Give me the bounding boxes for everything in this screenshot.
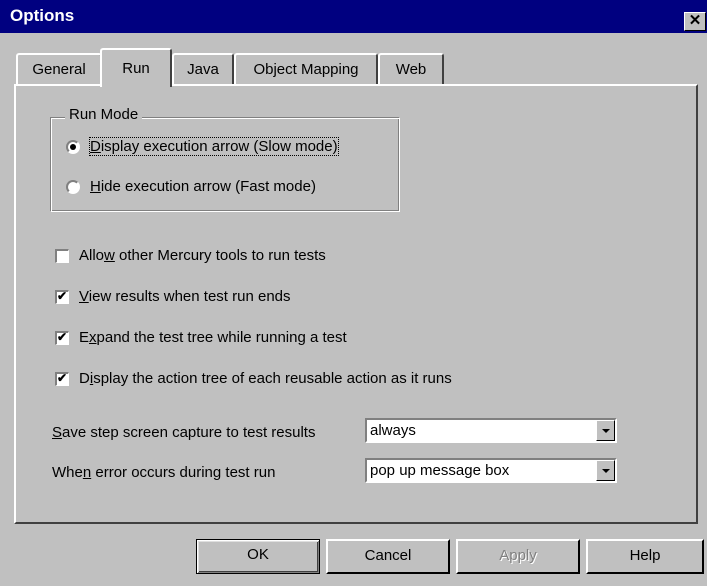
radio-hide-arrow-label[interactable]: Hide execution arrow (Fast mode)	[90, 178, 316, 195]
window-title: Options	[10, 6, 75, 25]
checkbox-view-results[interactable]: ✔	[55, 289, 69, 304]
tab-object-mapping-label: Object Mapping	[253, 61, 359, 78]
checkbox-view-results-label[interactable]: View results when test run ends	[79, 288, 291, 305]
save-capture-value: always	[370, 422, 416, 439]
checkbox-allow-mercury-tools-label[interactable]: Allow other Mercury tools to run tests	[79, 247, 326, 264]
apply-button[interactable]: Apply	[456, 539, 580, 574]
check-icon: ✔	[57, 371, 68, 385]
checkbox-display-action-tree-label[interactable]: Display the action tree of each reusable…	[79, 370, 452, 387]
options-dialog: Options ✕ General Run Java Object Mappin…	[0, 0, 707, 586]
run-mode-group	[50, 117, 400, 212]
save-capture-select[interactable]: always	[365, 418, 617, 443]
radio-display-arrow[interactable]	[66, 140, 80, 154]
run-mode-group-label: Run Mode	[65, 106, 143, 123]
tab-java-label: Java	[187, 61, 219, 78]
radio-selected-dot	[70, 144, 76, 150]
check-icon: ✔	[57, 289, 68, 303]
close-icon[interactable]: ✕	[684, 12, 706, 31]
on-error-select[interactable]: pop up message box	[365, 458, 617, 483]
save-capture-label: Save step screen capture to test results	[52, 424, 316, 441]
radio-hide-arrow[interactable]	[66, 180, 80, 194]
tab-web[interactable]: Web	[378, 53, 444, 85]
checkbox-expand-test-tree-label[interactable]: Expand the test tree while running a tes…	[79, 329, 347, 346]
cancel-button[interactable]: Cancel	[326, 539, 450, 574]
radio-display-arrow-label[interactable]: Display execution arrow (Slow mode)	[89, 137, 339, 156]
check-icon: ✔	[57, 330, 68, 344]
chevron-down-icon[interactable]	[596, 420, 615, 441]
checkbox-display-action-tree[interactable]: ✔	[55, 371, 69, 386]
tab-web-label: Web	[395, 61, 427, 78]
checkbox-expand-test-tree[interactable]: ✔	[55, 330, 69, 345]
tab-run-label: Run	[122, 60, 150, 77]
help-button[interactable]: Help	[586, 539, 704, 574]
chevron-down-icon[interactable]	[596, 460, 615, 481]
on-error-label: When error occurs during test run	[52, 464, 276, 481]
tab-run[interactable]: Run	[100, 48, 172, 87]
title-bar[interactable]: Options	[0, 0, 707, 33]
tab-java[interactable]: Java	[172, 53, 234, 85]
tab-general-label: General	[32, 61, 86, 78]
checkbox-allow-mercury-tools[interactable]	[55, 249, 69, 263]
on-error-value: pop up message box	[370, 462, 510, 479]
tab-general[interactable]: General	[16, 53, 102, 85]
ok-button[interactable]: OK	[196, 539, 320, 574]
tab-object-mapping[interactable]: Object Mapping	[234, 53, 378, 85]
